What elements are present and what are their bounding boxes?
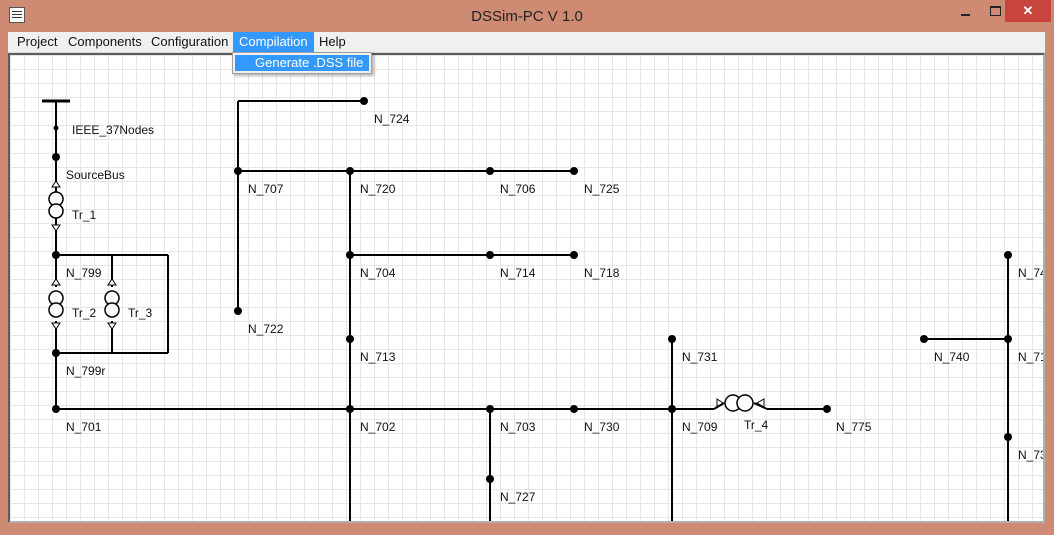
label-n707: N_707 — [248, 182, 284, 196]
menu-configuration[interactable]: Configuration — [145, 32, 234, 52]
compilation-dropdown: Generate .DSS file — [232, 52, 372, 74]
label-n731: N_731 — [682, 350, 718, 364]
label-n799: N_799 — [66, 266, 102, 280]
label-tr2: Tr_2 — [72, 306, 97, 320]
label-n727: N_727 — [500, 490, 536, 504]
label-n703: N_703 — [500, 420, 536, 434]
menu-generate-dss[interactable]: Generate .DSS file — [235, 55, 369, 71]
transformer-terminal-arrows — [51, 180, 765, 408]
menu-compilation[interactable]: Compilation — [233, 32, 314, 52]
minimize-button[interactable] — [950, 0, 980, 22]
menu-bar: Project Components Configuration Compila… — [8, 32, 1045, 53]
label-sourcebus: SourceBus — [66, 168, 125, 182]
label-n704: N_704 — [360, 266, 396, 280]
label-n709: N_709 — [682, 420, 718, 434]
label-n799r: N_799r — [66, 364, 105, 378]
label-n730: N_730 — [584, 420, 620, 434]
label-n714: N_714 — [500, 266, 536, 280]
label-tr3: Tr_3 — [128, 306, 153, 320]
minimize-icon — [960, 14, 970, 16]
label-n706: N_706 — [500, 182, 536, 196]
label-n724: N_724 — [374, 112, 410, 126]
label-n718: N_718 — [584, 266, 620, 280]
label-tr1: Tr_1 — [72, 208, 97, 222]
maximize-icon — [989, 6, 1001, 16]
title-bar: DSSim-PC V 1.0 ✕ — [0, 0, 1054, 32]
label-n71x: N_71 — [1018, 350, 1045, 364]
window-title: DSSim-PC V 1.0 — [471, 8, 583, 25]
label-tr4: Tr_4 — [744, 418, 769, 432]
menu-project[interactable]: Project — [11, 32, 63, 52]
label-ieee37: IEEE_37Nodes — [72, 123, 154, 137]
label-n722: N_722 — [248, 322, 284, 336]
label-n702: N_702 — [360, 420, 396, 434]
one-line-diagram: IEEE_37Nodes SourceBus Tr_1 N_799 Tr_2 T… — [42, 97, 1045, 521]
diagram-canvas[interactable]: IEEE_37Nodes SourceBus Tr_1 N_799 Tr_2 T… — [8, 53, 1045, 523]
transformer-symbols — [48, 191, 754, 412]
label-n74x: N_74 — [1018, 266, 1045, 280]
menu-components[interactable]: Components — [62, 32, 148, 52]
label-n740: N_740 — [934, 350, 970, 364]
label-n713: N_713 — [360, 350, 396, 364]
close-button[interactable]: ✕ — [1005, 0, 1051, 22]
label-n720: N_720 — [360, 182, 396, 196]
label-n701: N_701 — [66, 420, 102, 434]
close-icon: ✕ — [1022, 3, 1034, 18]
label-n725: N_725 — [584, 182, 620, 196]
menu-help[interactable]: Help — [313, 32, 352, 52]
label-n73x: N_73 — [1018, 448, 1045, 462]
label-n775: N_775 — [836, 420, 872, 434]
